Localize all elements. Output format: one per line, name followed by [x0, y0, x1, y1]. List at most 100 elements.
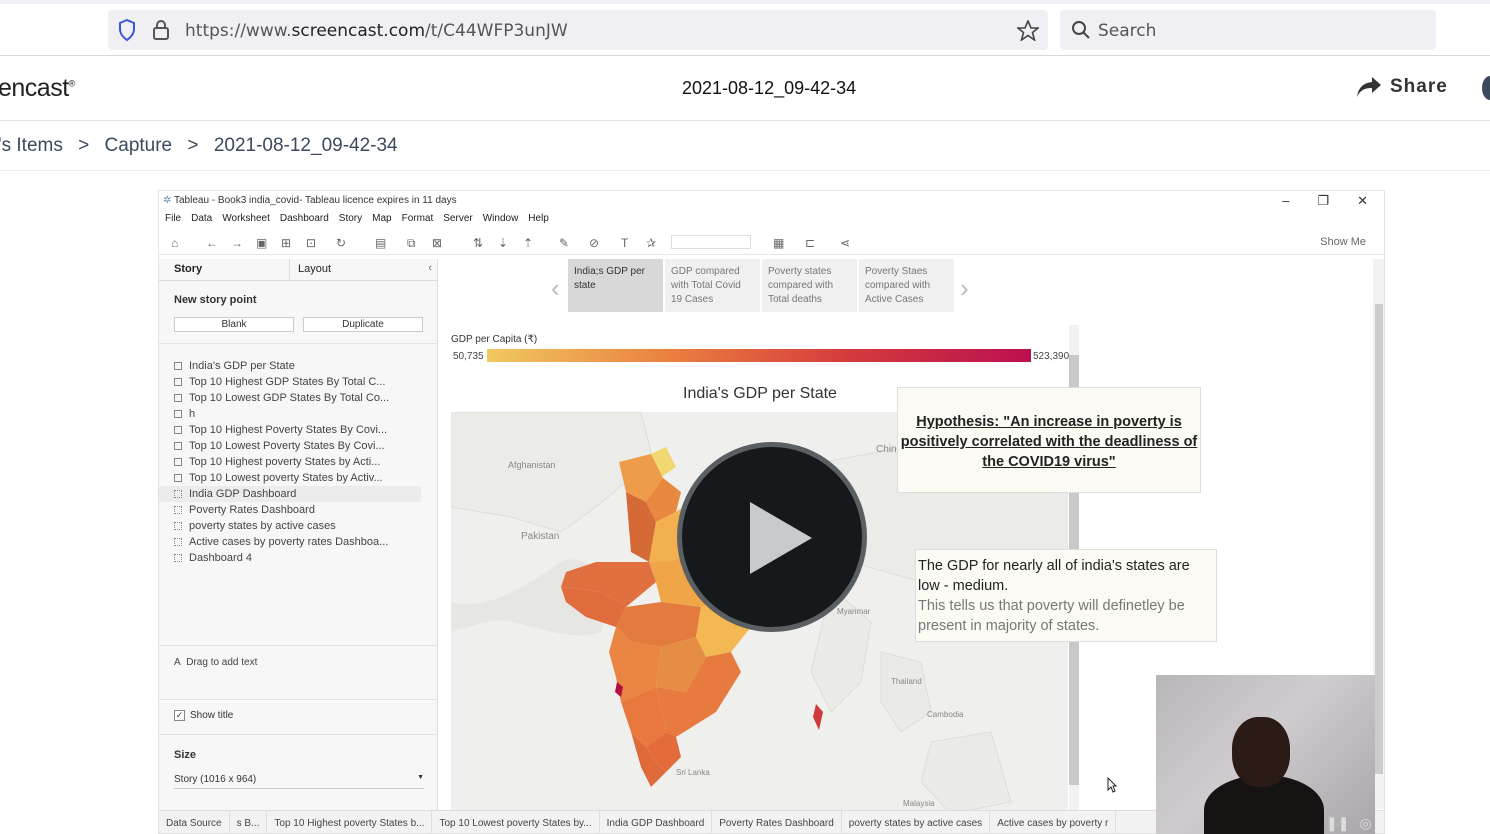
home-icon[interactable]: ⌂	[171, 236, 178, 250]
save-icon[interactable]: ▣	[256, 236, 267, 250]
search-bar[interactable]: Search	[1060, 10, 1436, 50]
sheet-item[interactable]: Top 10 Lowest Poverty States By Covi...	[174, 438, 421, 454]
screencast-logo[interactable]: encast®	[0, 74, 75, 103]
new-worksheet-icon[interactable]: ▤	[375, 236, 386, 250]
duplicate-button[interactable]: Duplicate	[303, 317, 423, 332]
bookmark-star-icon[interactable]	[1017, 20, 1039, 41]
swap-icon[interactable]: ⇅	[473, 236, 483, 250]
fit-dropdown[interactable]	[671, 235, 751, 249]
dashboard-item[interactable]: Dashboard 4	[174, 550, 421, 566]
sheet-item[interactable]: India's GDP per State	[174, 358, 421, 374]
url-text[interactable]: https://www.screencast.com/t/C44WFP3unJW	[185, 21, 568, 41]
search-input[interactable]: Search	[1098, 21, 1156, 41]
menu-dashboard[interactable]: Dashboard	[280, 213, 329, 224]
share-workbook-icon[interactable]: ⋖	[840, 236, 850, 250]
pane-divider	[159, 734, 438, 735]
presentation-icon[interactable]: ⊏	[805, 236, 815, 250]
close-icon[interactable]: ✕	[1357, 193, 1368, 209]
menu-story[interactable]: Story	[339, 213, 362, 224]
story-point-3[interactable]: Poverty states compared with Total death…	[762, 259, 857, 312]
story-point-2[interactable]: GDP compared with Total Covid 19 Cases	[665, 259, 760, 312]
dashboard-tab[interactable]: India GDP Dashboard	[600, 810, 713, 833]
show-title-checkbox[interactable]: ✓ Show title	[174, 710, 233, 721]
dashboard-tab[interactable]: Poverty Rates Dashboard	[712, 810, 842, 833]
blank-button[interactable]: Blank	[174, 317, 294, 332]
highlight-icon[interactable]: ✎	[559, 236, 569, 250]
story-point-1[interactable]: India;s GDP per state	[568, 259, 663, 312]
browser-divider	[0, 55, 1490, 56]
breadcrumb-capture[interactable]: Capture	[105, 135, 173, 156]
sheet-label: Top 10 Highest GDP States By Total C...	[189, 376, 386, 388]
redo-icon[interactable]: →	[231, 236, 243, 250]
sheet-item[interactable]: Top 10 Highest Poverty States By Covi...	[174, 422, 421, 438]
undo-icon[interactable]: ←	[206, 236, 218, 250]
breadcrumb-items[interactable]: 's Items	[0, 135, 63, 156]
menu-data[interactable]: Data	[191, 213, 212, 224]
record-icon[interactable]: ◎	[1359, 815, 1371, 832]
restore-icon[interactable]: ❐	[1317, 193, 1329, 209]
next-story-point-icon[interactable]: ›	[960, 273, 969, 304]
clear-icon[interactable]: ⊠	[432, 236, 442, 250]
size-dropdown[interactable]: Story (1016 x 964) ▼	[174, 774, 424, 789]
worksheet-icon	[174, 378, 182, 386]
menu-worksheet[interactable]: Worksheet	[222, 213, 270, 224]
sheet-item[interactable]: Top 10 Lowest GDP States By Total Co...	[174, 390, 421, 406]
minimize-icon[interactable]: –	[1282, 193, 1289, 209]
tableau-logo-icon: ✲	[163, 195, 174, 206]
refresh-icon[interactable]: ↻	[336, 236, 346, 250]
url-bar[interactable]: https://www.screencast.com/t/C44WFP3unJW	[108, 10, 1048, 50]
menu-help[interactable]: Help	[528, 213, 549, 224]
sheet-item[interactable]: h	[174, 406, 421, 422]
pause-icon[interactable]: ❚❚	[1326, 815, 1349, 832]
sheet-label: Top 10 Lowest GDP States By Total Co...	[189, 392, 390, 404]
drag-to-add-text[interactable]: A Drag to add text	[174, 657, 257, 668]
sheet-tab[interactable]: Top 10 Highest poverty States b...	[267, 810, 433, 833]
menu-file[interactable]: File	[165, 213, 181, 224]
legend-min: 50,735	[453, 351, 484, 362]
sort-asc-icon[interactable]: ⇣	[498, 236, 508, 250]
group-icon[interactable]: ⊘	[589, 236, 599, 250]
pause-updates-icon[interactable]: ⊡	[306, 236, 316, 250]
dashboard-tab[interactable]: Active cases by poverty r	[990, 810, 1117, 833]
avatar-fragment[interactable]	[1482, 76, 1490, 100]
sheet-item[interactable]: Top 10 Highest poverty States by Acti...	[174, 454, 421, 470]
tab-layout[interactable]: Layout	[298, 263, 331, 275]
shield-icon[interactable]	[118, 19, 136, 41]
pin-icon[interactable]: ✰	[646, 236, 656, 250]
menu-window[interactable]: Window	[483, 213, 519, 224]
dashboard-item[interactable]: Poverty Rates Dashboard	[174, 502, 421, 518]
tab-story[interactable]: Story	[174, 263, 202, 275]
collapse-icon[interactable]: ‹	[428, 262, 432, 274]
share-button[interactable]: Share	[1356, 76, 1448, 98]
menu-server[interactable]: Server	[443, 213, 472, 224]
legend-max: 523,390	[1033, 351, 1070, 362]
menu-map[interactable]: Map	[372, 213, 391, 224]
sheet-label: Top 10 Lowest poverty States by Activ...	[189, 472, 383, 484]
sheet-tab[interactable]: Top 10 Lowest poverty States by...	[432, 810, 600, 833]
sheet-item[interactable]: Top 10 Lowest poverty States by Activ...	[174, 470, 421, 486]
dashboard-icon	[174, 522, 182, 530]
sort-desc-icon[interactable]: ⇡	[523, 236, 533, 250]
dashboard-tab[interactable]: poverty states by active cases	[842, 810, 991, 833]
url-domain: screencast.com	[291, 21, 426, 41]
scroll-thumb[interactable]	[1375, 304, 1383, 774]
story-pane: Story Layout ‹ New story point Blank Dup…	[159, 259, 438, 819]
lock-icon[interactable]	[152, 20, 170, 40]
sheet-tab[interactable]: s B...	[230, 810, 268, 833]
show-cards-icon[interactable]: ▦	[773, 236, 784, 250]
duplicate-icon[interactable]: ⧉	[407, 236, 416, 251]
sheet-item[interactable]: Top 10 Highest GDP States By Total C...	[174, 374, 421, 390]
breadcrumb-divider	[0, 170, 1490, 171]
prev-story-point-icon[interactable]: ‹	[551, 273, 560, 304]
show-me-button[interactable]: Show Me	[1320, 236, 1366, 248]
pane-divider	[159, 645, 438, 646]
new-datasource-icon[interactable]: ⊞	[281, 236, 291, 250]
dashboard-item[interactable]: poverty states by active cases	[174, 518, 421, 534]
menu-format[interactable]: Format	[402, 213, 434, 224]
dashboard-item[interactable]: Active cases by poverty rates Dashboa...	[174, 534, 421, 550]
dashboard-item[interactable]: India GDP Dashboard	[159, 486, 421, 502]
tab-data-source[interactable]: Data Source	[159, 810, 230, 833]
video-play-button[interactable]	[677, 442, 867, 632]
label-icon[interactable]: T	[621, 236, 628, 250]
story-point-4[interactable]: Poverty Staes compared with Active Cases	[859, 259, 954, 312]
